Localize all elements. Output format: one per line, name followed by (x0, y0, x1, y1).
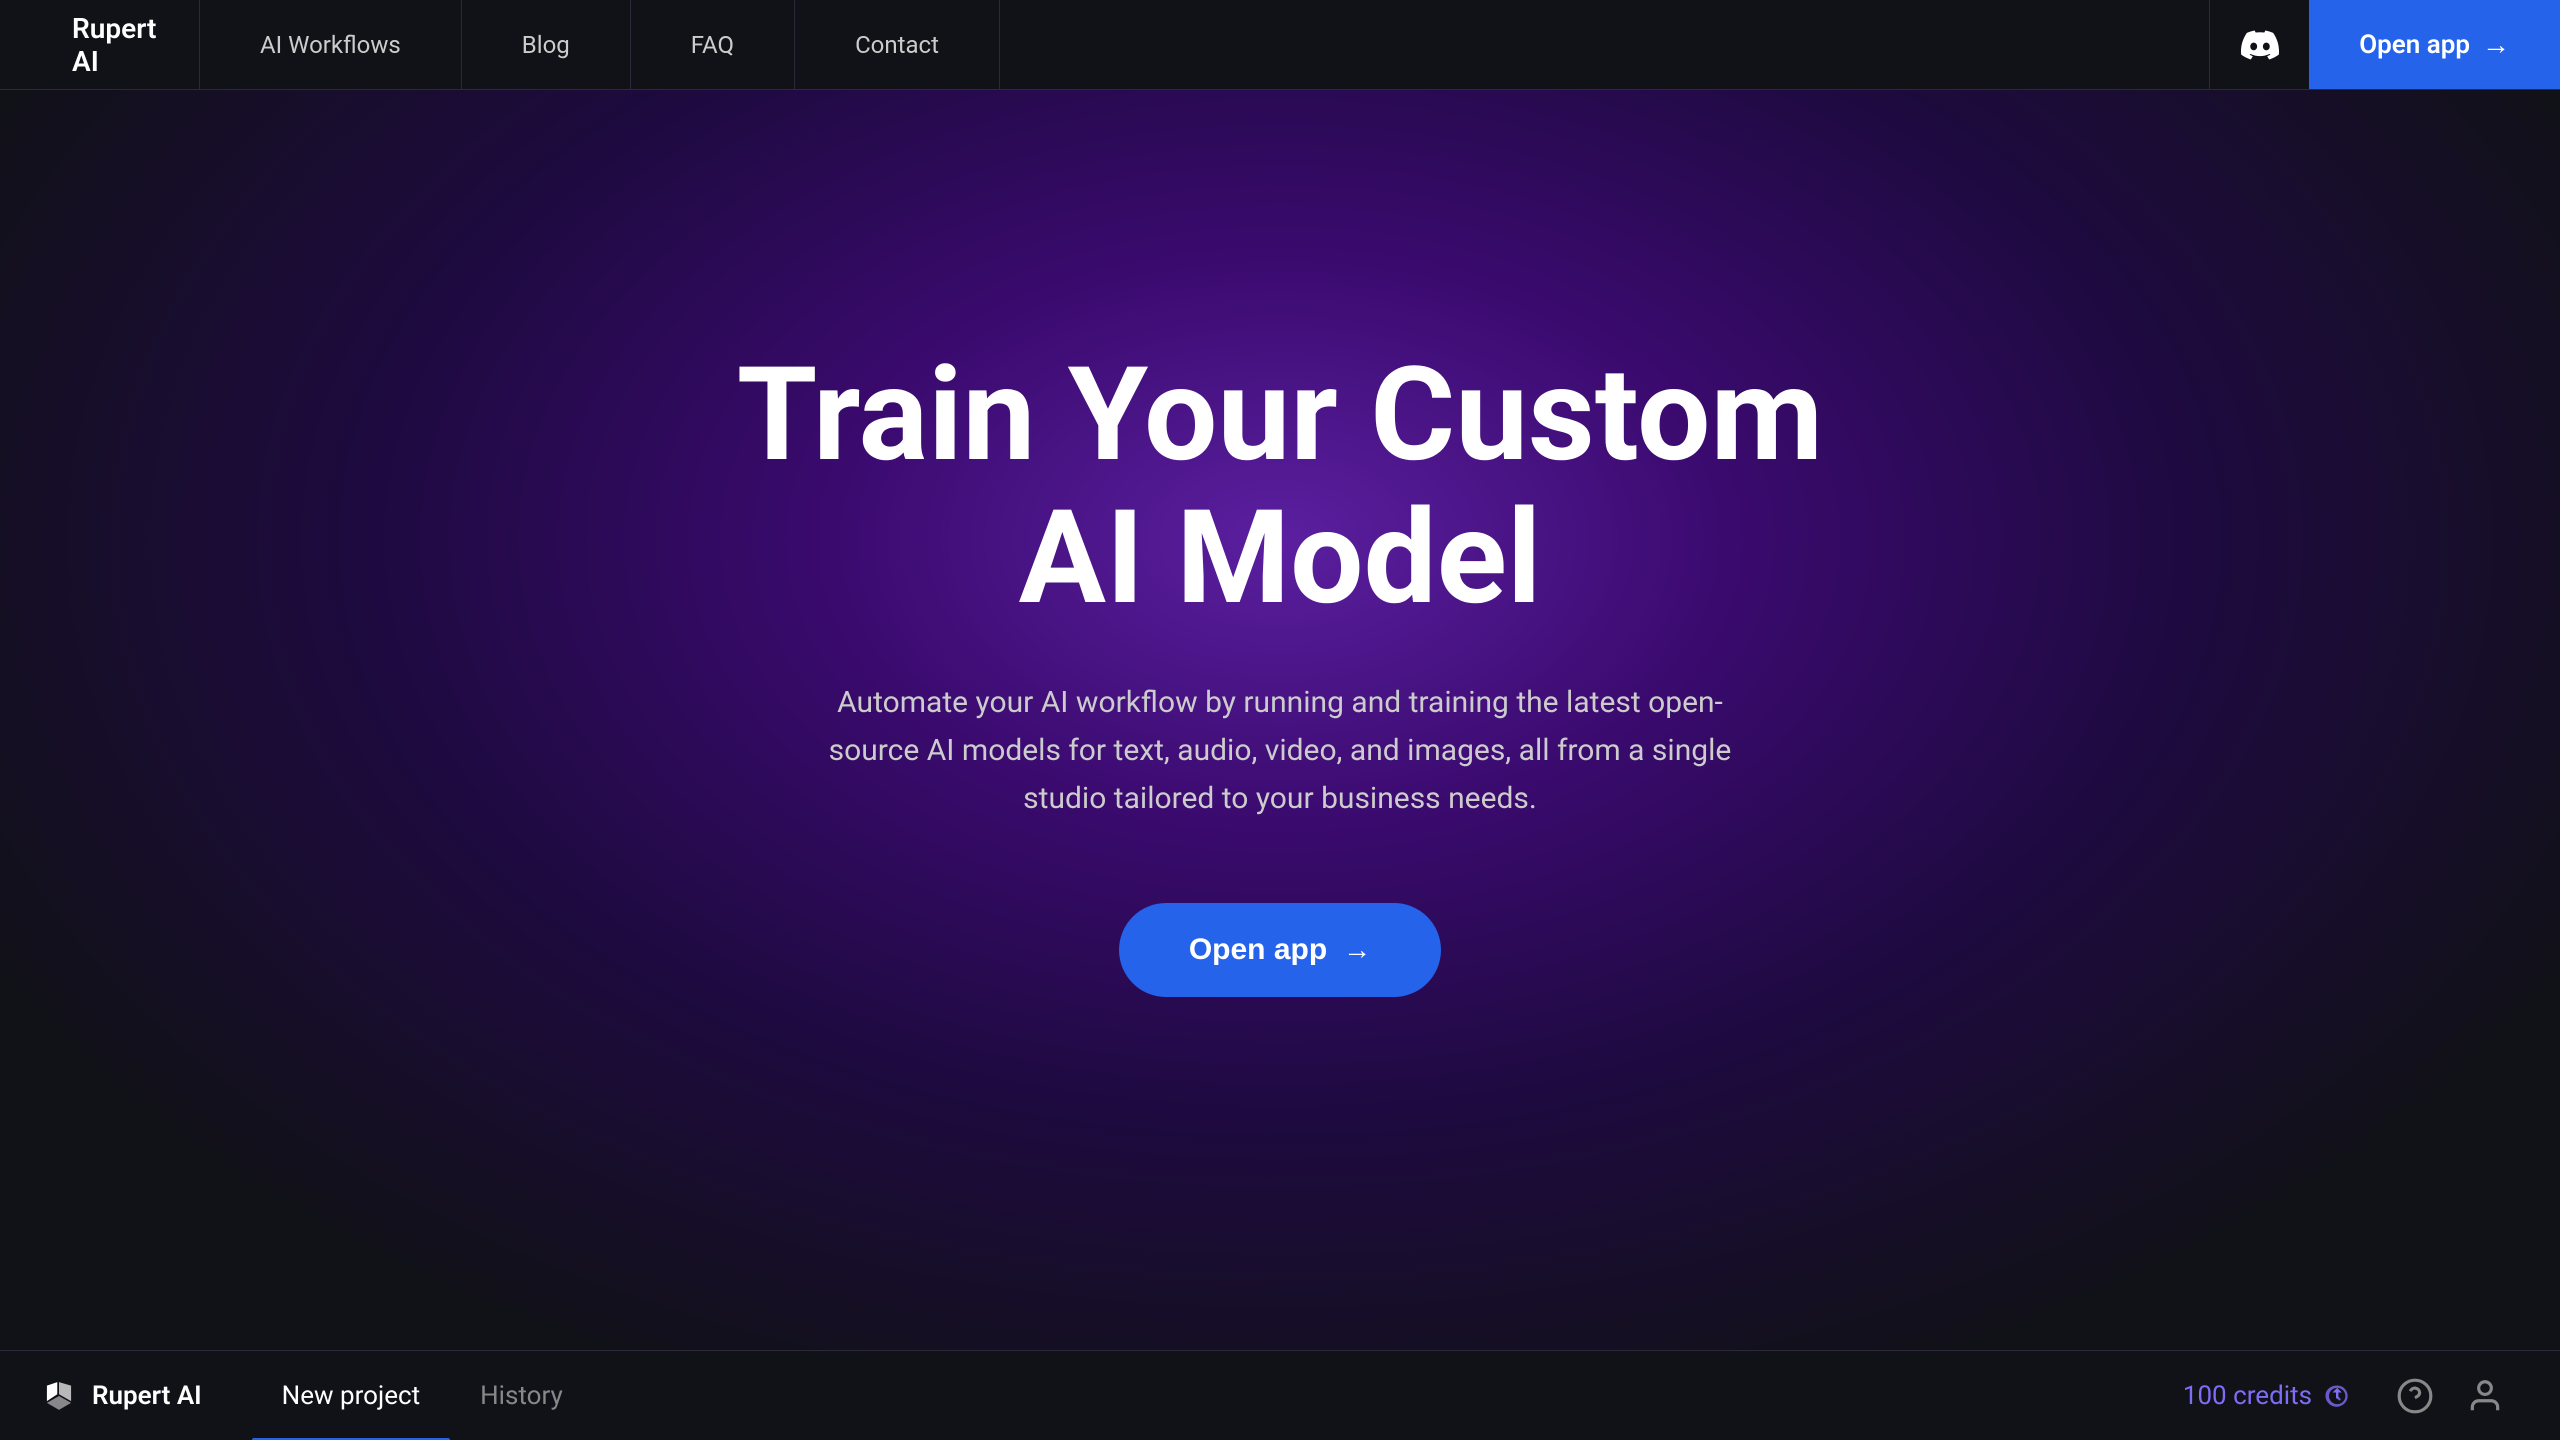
nav-arrow-icon: → (2482, 28, 2510, 61)
user-button[interactable] (2455, 1366, 2515, 1426)
credits-display[interactable]: 100 credits (2183, 1381, 2350, 1411)
navbar: Rupert AI AI Workflows Blog FAQ Contact … (0, 0, 2560, 90)
tab-new-project[interactable]: New project (252, 1351, 450, 1440)
nav-link-faq[interactable]: FAQ (631, 0, 795, 89)
hero-title: Train Your Custom AI Model (680, 343, 1880, 629)
bottom-logo[interactable]: Rupert AI (40, 1377, 202, 1415)
bottom-logo-text: Rupert AI (92, 1381, 202, 1411)
nav-links: AI Workflows Blog FAQ Contact Open app → (200, 0, 2560, 89)
nav-link-contact[interactable]: Contact (795, 0, 1000, 89)
nav-link-blog[interactable]: Blog (462, 0, 631, 89)
help-button[interactable] (2385, 1366, 2445, 1426)
hero-cta-arrow-icon: → (1343, 934, 1371, 966)
hero-cta-button[interactable]: Open app → (1119, 903, 1441, 997)
discord-icon (2241, 26, 2279, 64)
nav-logo[interactable]: Rupert AI (0, 0, 200, 89)
user-icon (2466, 1377, 2504, 1415)
nav-open-app-button[interactable]: Open app → (2309, 0, 2560, 89)
help-icon (2396, 1377, 2434, 1415)
nav-link-ai-workflows[interactable]: AI Workflows (200, 0, 462, 89)
hero-cta-label: Open app (1189, 933, 1327, 967)
credits-icon (2322, 1382, 2350, 1410)
bottom-bar: Rupert AI New project History 100 credit… (0, 1350, 2560, 1440)
discord-button[interactable] (2209, 0, 2309, 89)
hero-subtitle: Automate your AI workflow by running and… (805, 679, 1755, 823)
hero-section: Train Your Custom AI Model Automate your… (0, 0, 2560, 1350)
tab-history[interactable]: History (450, 1351, 593, 1440)
bottom-logo-icon (40, 1377, 78, 1415)
credits-label: 100 credits (2183, 1381, 2312, 1411)
nav-logo-text: Rupert AI (72, 12, 156, 78)
